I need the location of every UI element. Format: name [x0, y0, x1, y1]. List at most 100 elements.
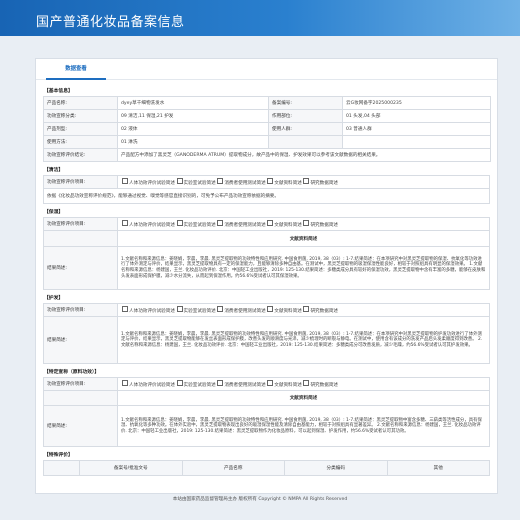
table-row: 产品名称: dyey草千细物洗发水 备案编号: 云G妆网备字2025000235 — [43, 96, 491, 110]
checkbox[interactable] — [303, 306, 310, 313]
evaluation-options: 人体功效评价试验简述 实验室试验简述 消费者使用测试简述 文献资料简述 研究数据简述 — [117, 377, 490, 391]
field-label: 结果简述: — [43, 246, 118, 290]
checkbox[interactable] — [176, 380, 183, 387]
section-title-basic: 【基本信息】 — [44, 89, 73, 94]
table-row: 使用方法: 01 淋洗 — [43, 135, 491, 149]
tab-bar: 数据查看 — [36, 59, 497, 80]
checkbox[interactable] — [217, 178, 224, 185]
option-label: 研究数据简述 — [310, 308, 339, 314]
content-area: 【基本信息】 产品名称: dyey草千细物洗发水 备案编号: 云G妆网备字202… — [43, 86, 491, 476]
tab-data-view[interactable]: 数据查看 — [46, 63, 106, 80]
option-label: 人体功效评价试验简述 — [129, 308, 175, 314]
checkbox[interactable] — [217, 220, 224, 227]
option-label: 研究数据简述 — [310, 222, 339, 228]
section-title-clean: 【清洁】 — [44, 168, 64, 173]
table-row: 功效宣称评价项目: 人体功效评价试验简述 实验室试验简述 消费者使用测试简述 文献资料… — [43, 377, 490, 391]
registration-number-value: 云G妆网备字2025000235 — [342, 96, 491, 110]
checkbox[interactable] — [176, 306, 183, 313]
clean-table: 功效宣称评价项目: 人体功效评价试验简述 实验室试验简述 消费者使用测试简述 文献资料… — [43, 175, 490, 204]
checkbox[interactable] — [303, 380, 310, 387]
field-label: 功效宣称评价项目: — [43, 303, 118, 317]
field-label: 功效宣称评价项目: — [43, 217, 118, 231]
option-label: 实验室试验简述 — [183, 180, 216, 186]
page-title: 国产普通化妆品备案信息 — [36, 15, 185, 30]
table-row: 功效宣称评价结论: 产品配方中添加了黑灵芝（GANODERMA ATRUM）提取… — [43, 148, 491, 162]
literature-summary: 1.文献名称和来源信息：姜晓娟，李晨，李晨. 黑灵芝提取物的功效特性和应用研究.… — [117, 316, 490, 364]
table-header-row: 备案号/批准文号 产品名称 分类编码 其他 — [43, 460, 490, 476]
empty-cell — [268, 135, 343, 149]
dosage-form-value: 02 液体 — [117, 122, 269, 136]
checkbox[interactable] — [267, 178, 274, 185]
checkbox[interactable] — [176, 220, 183, 227]
empty-header — [43, 460, 80, 476]
evaluation-conclusion-value: 产品配方中添加了黑灵芝（GANODERMA ATRUM）提取物成分，故产品中的保… — [117, 148, 491, 162]
field-label: 功效宣称分类: — [43, 109, 118, 123]
option-label: 文献资料简述 — [274, 180, 302, 186]
field-label: 使用人群: — [268, 122, 343, 136]
option-label: 消费者使用测试简述 — [224, 222, 266, 228]
checkbox[interactable] — [122, 220, 128, 227]
haircare-table: 功效宣称评价项目: 人体功效评价试验简述 实验室试验简述 消费者使用测试简述 文献资料… — [43, 303, 490, 364]
field-label: 产品剂型: — [43, 122, 118, 136]
moisture-table: 功效宣称评价项目: 人体功效评价试验简述 实验室试验简述 消费者使用测试简述 文献资料… — [43, 217, 490, 290]
usage-method-value: 01 淋洗 — [117, 135, 269, 149]
checkbox[interactable] — [267, 220, 274, 227]
table-row: 产品剂型: 02 液体 使用人群: 03 普通人群 — [43, 122, 491, 136]
checkbox[interactable] — [267, 380, 274, 387]
table-row: 功效宣称评价项目: 人体功效评价试验简述 实验室试验简述 消费者使用测试简述 文献资料… — [43, 175, 490, 189]
table-row: 功效宣称评价项目: 人体功效评价试验简述 实验室试验简述 消费者使用测试简述 文献资料… — [43, 217, 490, 231]
other-table: 备案号/批准文号 产品名称 分类编码 其他 — [43, 460, 490, 476]
checkbox[interactable] — [122, 306, 128, 313]
empty-cell — [43, 230, 118, 247]
table-row: 结果简述: 1.文献名称和来源信息：姜晓娟，李晨，李晨. 黑灵芝提取物的功效特性… — [43, 246, 490, 290]
section-title-special: 【特定宣称（原料功效）】 — [44, 370, 100, 375]
field-label: 结果简述: — [43, 405, 118, 447]
checkbox[interactable] — [303, 178, 310, 185]
content-card: 数据查看 【基本信息】 产品名称: dyey草千细物洗发水 备案编号: 云G妆网… — [35, 58, 498, 494]
section-title-moisture: 【保湿】 — [44, 210, 64, 215]
option-label: 消费者使用测试简述 — [224, 180, 266, 186]
checkbox[interactable] — [176, 178, 183, 185]
checkbox[interactable] — [217, 380, 224, 387]
option-label: 文献资料简述 — [274, 308, 302, 314]
table-row: 功效宣称分类: 09 清洁,11 保湿,21 护发 作用部位: 01 头发,04… — [43, 109, 491, 123]
clean-note: 依据《化妆品功效宣称评价规范》，能够通过视觉、嗅觉等感官直接识别的，可免予公布产… — [43, 188, 490, 204]
column-header: 备案号/批准文号 — [79, 460, 183, 476]
column-header: 其他 — [386, 460, 490, 476]
column-header: 分类编码 — [284, 460, 388, 476]
option-label: 人体功效评价试验简述 — [129, 382, 175, 388]
option-label: 研究数据简述 — [310, 382, 339, 388]
table-row: 依据《化妆品功效宣称评价规范》，能够通过视觉、嗅觉等感官直接识别的，可免予公布产… — [43, 188, 490, 204]
checkbox[interactable] — [122, 178, 128, 185]
section-title-other: 【特殊评价】 — [44, 453, 73, 458]
table-row: 结果简述: 1.文献名称和来源信息：姜晓娟，李晨，李晨. 黑灵芝提取物的功效特性… — [43, 316, 490, 364]
user-group-value: 03 普通人群 — [342, 122, 491, 136]
section-title-haircare: 【护发】 — [44, 296, 64, 301]
table-row: 文献资料简述 — [43, 390, 490, 406]
field-label: 使用方法: — [43, 135, 118, 149]
option-label: 人体功效评价试验简述 — [129, 180, 175, 186]
table-row: 结果简述: 1.文献名称和来源信息：姜晓娟，李晨，李晨. 黑灵芝提取物的功效特性… — [43, 405, 490, 447]
footer-copyright: 本站由国家药品监督管理局主办 版权所有 Copyright © NMPA All… — [172, 497, 348, 502]
literature-title: 文献资料简述 — [117, 390, 490, 406]
field-label: 作用部位: — [268, 109, 343, 123]
efficacy-category-value: 09 清洁,11 保湿,21 护发 — [117, 109, 269, 123]
checkbox[interactable] — [217, 306, 224, 313]
product-name-value: dyey草千细物洗发水 — [117, 96, 269, 110]
literature-summary: 1.文献名称和来源信息：姜晓娟，李晨，李晨. 黑灵芝提取物的功效特性和应用研究.… — [117, 246, 490, 290]
checkbox[interactable] — [267, 306, 274, 313]
application-area-value: 01 头发,04 头部 — [342, 109, 491, 123]
literature-summary: 1.文献名称和来源信息：姜晓娟，李晨，李晨. 黑灵芝提取物的功效特性和应用研究.… — [117, 405, 490, 447]
field-label: 备案编号: — [268, 96, 343, 110]
table-row: 文献资料简述 — [43, 230, 490, 247]
evaluation-options: 人体功效评价试验简述 实验室试验简述 消费者使用测试简述 文献资料简述 研究数据简述 — [117, 217, 490, 231]
basic-info-table: 产品名称: dyey草千细物洗发水 备案编号: 云G妆网备字2025000235… — [43, 96, 491, 162]
checkbox[interactable] — [122, 380, 128, 387]
option-label: 文献资料简述 — [274, 382, 302, 388]
option-label: 研究数据简述 — [310, 180, 339, 186]
checkbox[interactable] — [303, 220, 310, 227]
empty-cell — [342, 135, 491, 149]
column-header: 产品名称 — [181, 460, 285, 476]
option-label: 实验室试验简述 — [183, 222, 216, 228]
field-label: 结果简述: — [43, 316, 118, 364]
